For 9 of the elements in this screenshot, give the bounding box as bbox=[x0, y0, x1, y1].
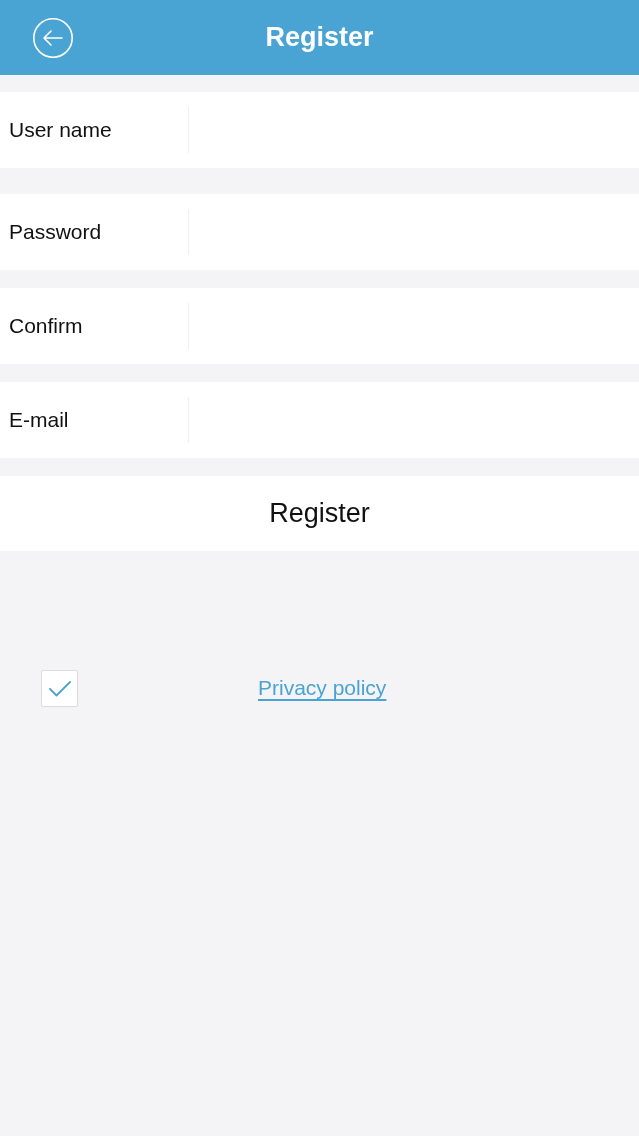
back-icon[interactable] bbox=[33, 18, 73, 58]
field-label: Confirm bbox=[8, 313, 84, 340]
field-label: E-mail bbox=[8, 407, 70, 434]
page-title: Register bbox=[265, 24, 374, 51]
checkbox[interactable] bbox=[41, 670, 78, 707]
field-label: User name bbox=[8, 117, 113, 144]
checkmark-icon bbox=[48, 680, 71, 697]
field-label: Password bbox=[8, 219, 103, 246]
register-button[interactable]: Register bbox=[0, 476, 639, 551]
